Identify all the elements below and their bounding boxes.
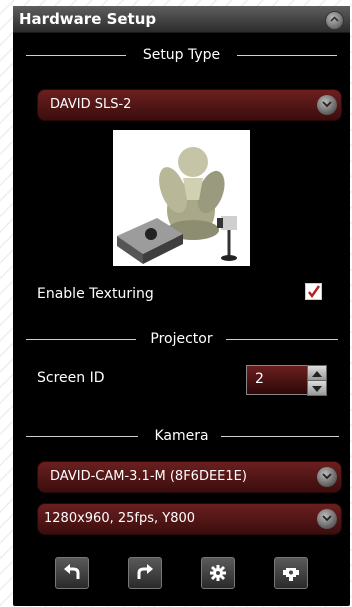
camera-device-icon	[283, 568, 299, 581]
panel-title: Hardware Setup	[19, 10, 157, 28]
back-arrow-icon	[64, 564, 80, 579]
projector-section-header: Projector	[13, 330, 350, 350]
hardware-setup-panel: Hardware Setup Setup Type DAVID SLS-2 En…	[13, 6, 350, 606]
settings-button[interactable]	[201, 557, 235, 589]
collapse-button[interactable]	[325, 11, 344, 30]
chevron-down-icon[interactable]	[317, 95, 337, 115]
forward-button[interactable]	[128, 557, 162, 589]
checkmark-icon	[308, 285, 320, 299]
camera-format-dropdown[interactable]: 1280x960, 25fps, Y800	[37, 503, 342, 535]
forward-arrow-icon	[137, 564, 153, 579]
setup-type-section-header: Setup Type	[13, 46, 350, 66]
enable-texturing-label: Enable Texturing	[37, 286, 154, 302]
setup-type-label: Setup Type	[142, 47, 221, 63]
camera-format-value: 1280x960, 25fps, Y800	[44, 511, 196, 526]
triangle-up-icon	[312, 371, 322, 377]
settings-gear-icon	[210, 565, 226, 581]
enable-texturing-checkbox[interactable]	[305, 283, 322, 300]
chevron-down-icon[interactable]	[317, 509, 337, 529]
screen-id-label: Screen ID	[37, 370, 105, 386]
camera-label: Kamera	[154, 428, 209, 444]
screen-id-stepper[interactable]: 2	[246, 365, 327, 396]
back-button[interactable]	[55, 557, 89, 589]
hardware-preview-image	[113, 130, 250, 266]
screen-id-value: 2	[255, 371, 264, 387]
setup-type-dropdown[interactable]: DAVID SLS-2	[37, 89, 342, 121]
stepper-down-button[interactable]	[307, 380, 327, 396]
screen-id-field[interactable]: 2	[246, 365, 308, 395]
camera-device-button[interactable]	[274, 557, 308, 589]
camera-section-header: Kamera	[13, 427, 350, 447]
setup-type-value: DAVID SLS-2	[50, 97, 132, 112]
projector-label: Projector	[150, 331, 213, 347]
stepper-up-button[interactable]	[307, 365, 327, 381]
stepper-buttons	[307, 365, 327, 396]
chevron-up-icon	[330, 16, 339, 22]
camera-device-value: DAVID-CAM-3.1-M (8F6DEE1E)	[50, 469, 247, 484]
panel-header[interactable]: Hardware Setup	[13, 6, 350, 33]
triangle-down-icon	[312, 386, 322, 392]
chevron-down-icon[interactable]	[317, 467, 337, 487]
camera-device-dropdown[interactable]: DAVID-CAM-3.1-M (8F6DEE1E)	[37, 461, 342, 493]
